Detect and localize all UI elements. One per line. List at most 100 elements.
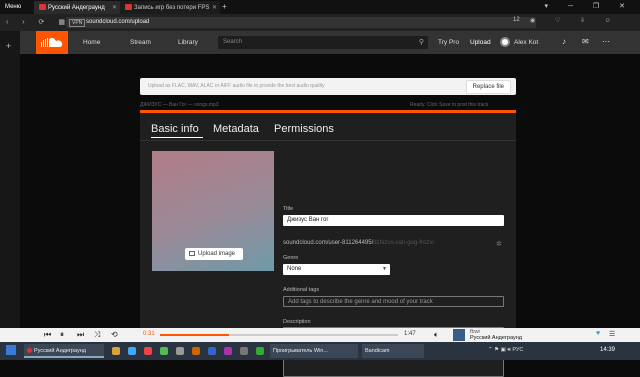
tab-permissions[interactable]: Permissions [274, 123, 334, 135]
new-tab-icon[interactable]: + [222, 2, 227, 11]
youtube-favicon-icon [125, 4, 132, 10]
track-edit-panel: Basic info Metadata Permissions Upload i… [140, 113, 516, 377]
address-bar-row: ‹ › ⟳ ▦ VPN soundcloud.com/upload 12 ◉ ♡… [0, 14, 640, 31]
camera-icon [189, 251, 195, 256]
more-menu-icon[interactable]: ⋯ [602, 37, 610, 46]
app-icon[interactable] [176, 347, 184, 355]
avatar[interactable] [500, 37, 510, 47]
previous-icon[interactable]: ⏮ [44, 330, 51, 340]
taskbar-item-media-player[interactable]: Проигрыватель Win... [270, 344, 358, 358]
replace-file-button[interactable]: Replace file [465, 80, 511, 94]
upload-page: Upload as FLAC, WAV, ALAC or AIFF audio … [20, 54, 640, 377]
taskbar-item-label: Русский Андеграунд [34, 348, 86, 354]
close-tab-icon[interactable]: ✕ [112, 4, 117, 11]
uploaded-file-name: ДЖИЗУС — Ван Гог — songs.mp3 [140, 102, 219, 108]
track-artwork[interactable] [453, 329, 465, 341]
messages-mail-icon[interactable]: ✉ [582, 37, 589, 46]
window-controls[interactable]: ▾ ─ ❐ ✕ [545, 2, 634, 10]
track-title[interactable]: Русский Андеграунд [470, 335, 522, 341]
tags-label: Additional tags [283, 287, 320, 293]
language-indicator[interactable]: РУС [512, 347, 523, 353]
tags-input[interactable]: Add tags to describe the genre and mood … [283, 296, 504, 307]
nav-home[interactable]: Home [83, 39, 100, 46]
system-tray[interactable]: ⌃ ⚑ ▣ 🔊︎ РУС [488, 347, 523, 354]
next-icon[interactable]: ⏭ [77, 330, 84, 340]
close-tab-icon[interactable]: ✕ [212, 4, 217, 11]
upload-image-label: Upload image [198, 251, 236, 257]
soundcloud-cloud-icon [41, 37, 63, 47]
shuffle-icon[interactable]: ⤨ [94, 330, 100, 340]
try-pro-link[interactable]: Try Pro [438, 39, 459, 46]
app-icon[interactable] [144, 347, 152, 355]
windows-taskbar: Русский Андеграунд Проигрыватель Win... … [0, 342, 640, 360]
queue-icon[interactable]: ☰ [609, 330, 615, 338]
description-label: Description [283, 319, 311, 325]
loading-spinner-icon: ✲ [496, 241, 502, 248]
tab-basic-info[interactable]: Basic info [151, 123, 199, 135]
vpn-badge[interactable]: VPN [69, 19, 86, 27]
taskbar-clock[interactable]: 14:39 [600, 347, 615, 353]
tab-divider [140, 140, 516, 141]
soundcloud-header: Home Stream Library Search ⚲ Try Pro Upl… [20, 31, 640, 54]
search-icon[interactable]: ⚲ [419, 38, 424, 46]
current-time: 0:31 [143, 331, 155, 337]
app-icon[interactable] [224, 347, 232, 355]
browser-app-icon [27, 348, 32, 353]
navigation-buttons[interactable]: ‹ › ⟳ ▦ [6, 18, 71, 26]
windows-start-icon[interactable] [6, 345, 16, 355]
adblock-count-badge[interactable]: 12 [513, 17, 520, 23]
progress-track[interactable] [160, 334, 398, 336]
genre-value: None [287, 266, 302, 272]
tab-label: Русский Андеграунд [48, 5, 105, 11]
tab-metadata[interactable]: Metadata [213, 123, 259, 135]
browser-tab-bar: Меню Русский Андеграунд ✕ Запись игр без… [0, 0, 640, 14]
genre-select[interactable]: None ▼ [283, 264, 390, 275]
youtube-favicon-icon [39, 4, 46, 10]
browser-tab-active[interactable]: Русский Андеграунд ✕ [34, 1, 120, 14]
duration: 1:47 [404, 331, 416, 337]
username-menu[interactable]: Alex Kot [514, 39, 538, 46]
search-placeholder: Search [223, 39, 243, 45]
app-icon[interactable] [192, 347, 200, 355]
permalink-prefix: soundcloud.com/user-811264495/ [283, 240, 374, 246]
app-icon[interactable] [160, 347, 168, 355]
upload-image-button[interactable]: Upload image [185, 248, 243, 260]
url-field[interactable]: VPN soundcloud.com/upload [66, 17, 536, 28]
repeat-icon[interactable]: ⟲ [111, 330, 118, 339]
file-explorer-icon[interactable] [112, 347, 120, 355]
search-input[interactable]: Search ⚲ [218, 36, 428, 49]
add-panel-icon[interactable]: + [6, 41, 11, 51]
chevron-down-icon: ▼ [382, 266, 387, 272]
quality-hint: Upload as FLAC, WAV, ALAC or AIFF audio … [148, 83, 325, 89]
artwork-placeholder: Upload image [152, 151, 274, 271]
browser-sidebar: + [0, 31, 20, 328]
app-icon[interactable] [256, 347, 264, 355]
volume-icon[interactable]: 🔈︎ [434, 330, 439, 340]
pause-icon[interactable]: ⏸ [60, 330, 64, 340]
title-input[interactable]: Джизус Ван гог [283, 215, 504, 226]
progress-fill [160, 334, 230, 336]
genre-label: Genre [283, 255, 299, 261]
nav-library[interactable]: Library [178, 39, 198, 46]
app-icon[interactable] [128, 347, 136, 355]
permalink[interactable]: soundcloud.com/user-811264495/dzhizus-va… [283, 240, 434, 246]
extension-icons[interactable]: ◉ ♡ ⇩ ☺ [530, 17, 620, 24]
title-label: Title [283, 206, 294, 212]
upload-status-text: Ready. Click Save to post this track [410, 102, 489, 108]
notifications-bell-icon[interactable]: ♪ [562, 37, 566, 46]
browser-tab[interactable]: Запись игр без потери FPS ✕ [120, 1, 220, 14]
like-heart-icon[interactable]: ♥ [596, 330, 600, 337]
url-text: soundcloud.com/upload [86, 19, 150, 25]
active-tab-indicator [151, 137, 203, 138]
permalink-slug: dzhizus-van-gog-frozvi [373, 240, 434, 246]
soundcloud-logo[interactable] [36, 31, 68, 54]
app-icon[interactable] [240, 347, 248, 355]
file-info-bar: Upload as FLAC, WAV, ALAC or AIFF audio … [140, 78, 516, 95]
taskbar-item-bandicam[interactable]: Bandicam [362, 344, 424, 358]
taskbar-item-browser[interactable]: Русский Андеграунд [24, 344, 104, 358]
app-icon[interactable] [208, 347, 216, 355]
upload-link[interactable]: Upload [470, 39, 491, 46]
playback-bar: ⏮ ⏸ ⏭ ⤨ ⟲ 0:31 1:47 🔈︎ fbwi Русский Анде… [0, 328, 640, 342]
tab-label: Запись игр без потери FPS [134, 5, 210, 11]
nav-stream[interactable]: Stream [130, 39, 151, 46]
